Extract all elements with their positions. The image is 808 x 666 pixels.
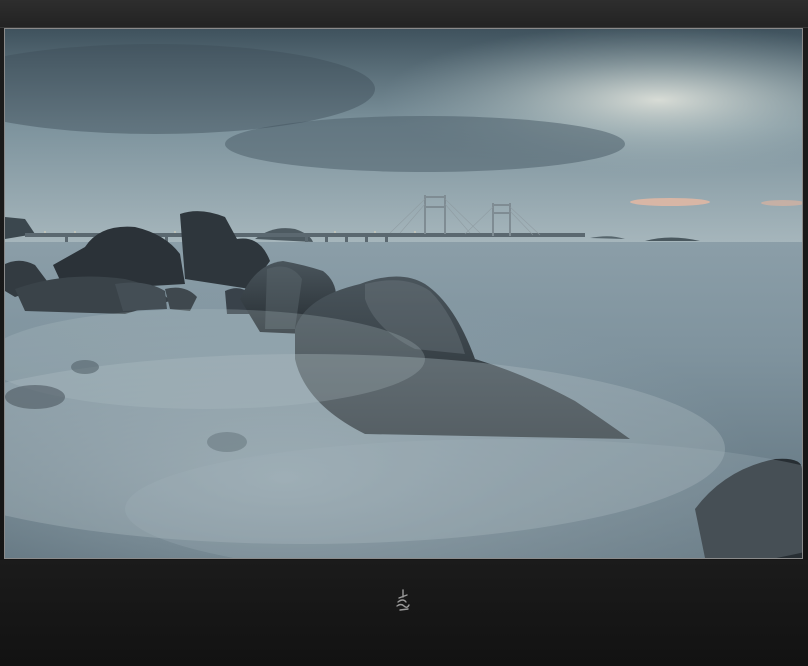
signature-mark-icon: [394, 588, 412, 614]
top-strip: [0, 0, 808, 28]
landscape-photo: [4, 28, 803, 559]
photo-frame: [0, 0, 808, 666]
seascape-image: [5, 29, 802, 558]
